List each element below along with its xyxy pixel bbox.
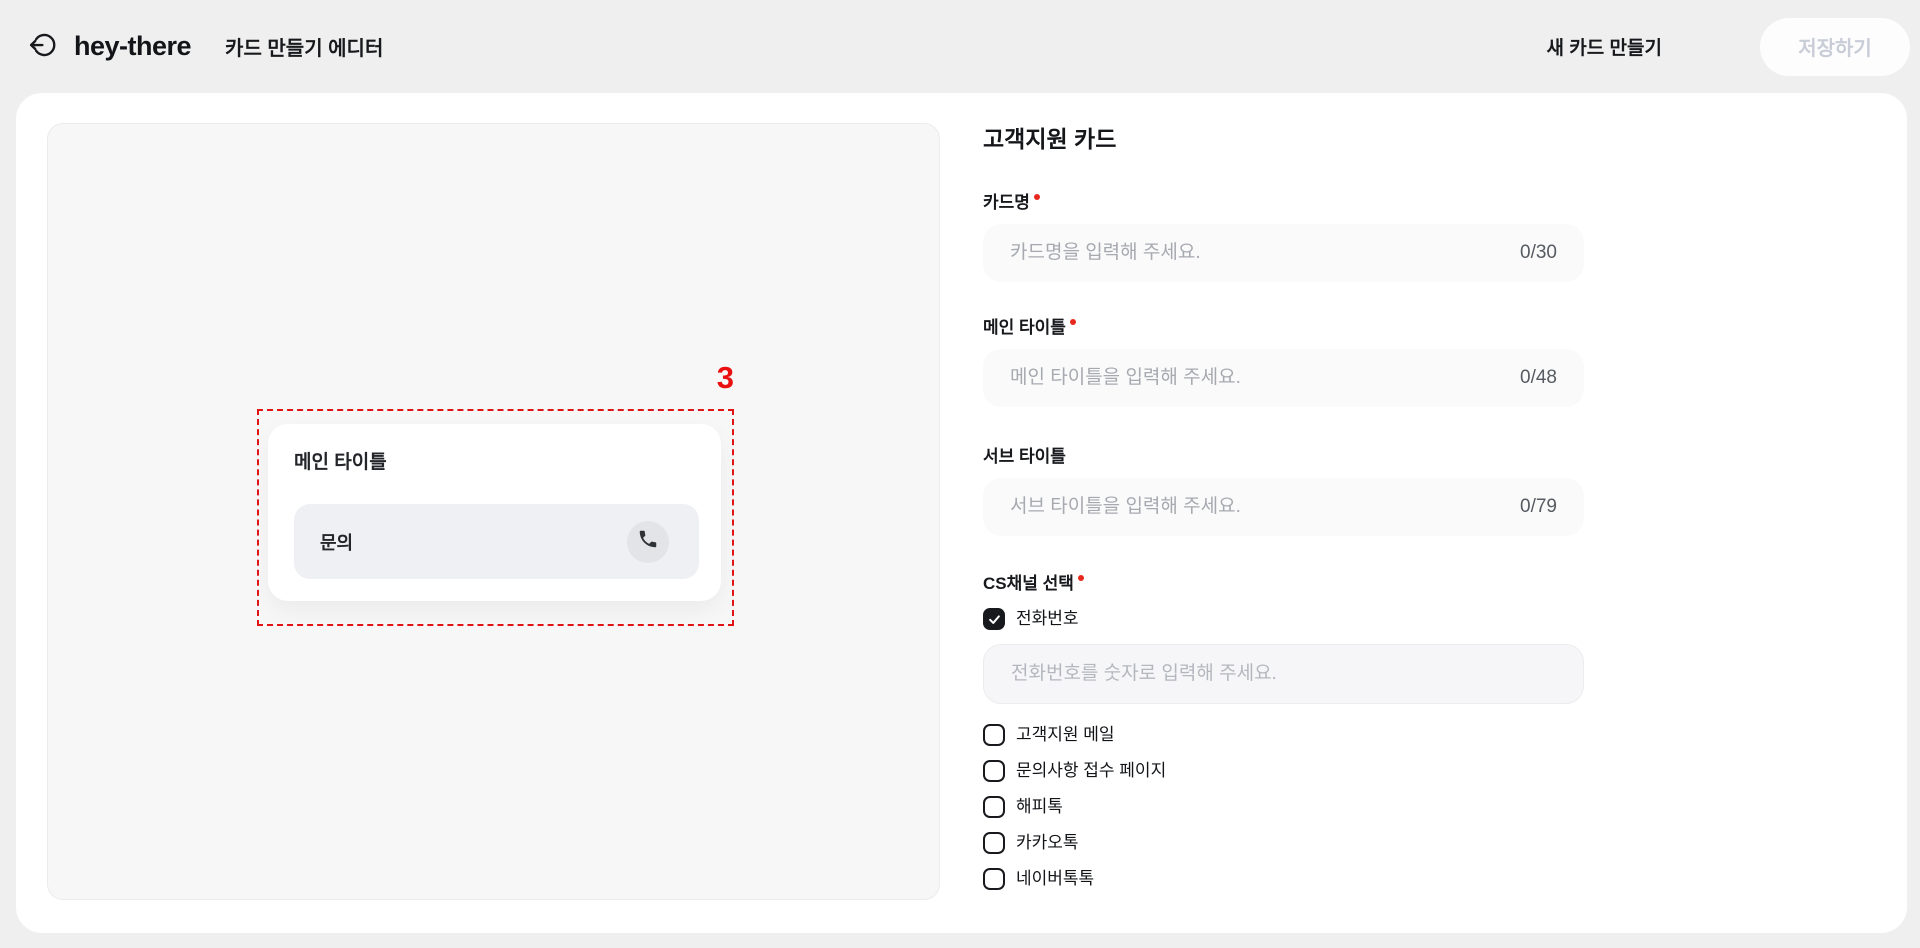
card-form-panel: 고객지원 카드 카드명 0/30 메인 타이틀 0/48 서브 타이틀 0/79 [983,126,1584,903]
card-name-input-wrap: 0/30 [983,224,1584,282]
back-arrow-exit-icon [28,30,58,63]
main-title-input-wrap: 0/48 [983,349,1584,407]
phone-icon-circle [627,520,669,563]
cs-option-happytalk-label: 해피톡 [1016,797,1063,816]
main-container: 3 메인 타이틀 문의 고객지원 카드 카드명 카드명을 입력해 주세요. 0/… [16,93,1907,933]
required-marker [1069,319,1076,325]
main-title-counter: 0/48 [1520,367,1557,388]
sub-title-label: 서브 타이틀 [983,447,1066,466]
field-label-row: 서브 타이틀 [983,446,1584,468]
cs-option-phone-checkbox[interactable] [983,608,1005,630]
cs-option-inquiry-page-checkbox[interactable] [983,760,1005,782]
field-label-row: 메인 타이틀 [983,317,1584,339]
field-label-row: 카드명 [983,192,1584,214]
annotation-number: 3 [716,360,734,395]
sub-title-input[interactable] [1010,496,1507,518]
app-header: hey-there 카드 만들기 에디터 새 카드 만들기 저장하기 [0,0,1920,93]
cs-option-navertalktalk-label: 네이버톡톡 [1016,869,1095,888]
cs-option-phone-row: 전화번호 [983,606,1584,632]
cs-option-email-checkbox[interactable] [983,724,1005,746]
card-name-counter: 0/30 [1520,242,1557,263]
phone-number-input-wrap [983,644,1584,704]
field-label-row: CS채널 선택 [983,573,1584,595]
cs-option-kakaotalk-row: 카카오톡 [983,831,1584,855]
sub-title-counter: 0/79 [1520,496,1557,517]
main-title-input[interactable] [1010,367,1507,389]
required-marker [1033,194,1040,200]
required-marker [1077,575,1084,581]
phone-number-input[interactable] [1011,663,1556,685]
cs-channel-label: CS채널 선택 [983,574,1074,593]
card-name-label: 카드명 [983,193,1030,212]
cs-option-navertalktalk-checkbox[interactable] [983,868,1005,890]
cs-option-email-label: 고객지원 메일 [1016,725,1115,744]
back-button[interactable] [24,28,62,66]
cs-option-kakaotalk-checkbox[interactable] [983,832,1005,854]
logo[interactable]: hey-there [74,31,192,62]
cs-option-inquiry-page-row: 문의사항 접수 페이지 [983,759,1584,783]
preview-canvas: 3 메인 타이틀 문의 [47,123,940,900]
page-title: 카드 만들기 에디터 [225,38,384,60]
phone-icon [637,528,659,555]
cs-option-kakaotalk-label: 카카오톡 [1016,833,1079,852]
cs-option-email-row: 고객지원 메일 [983,723,1584,747]
sub-title-input-wrap: 0/79 [983,478,1584,536]
cs-option-happytalk-row: 해피톡 [983,795,1584,819]
save-button[interactable]: 저장하기 [1760,17,1910,76]
card-name-input[interactable] [1010,242,1507,264]
cs-option-navertalktalk-row: 네이버톡톡 [983,867,1584,891]
card-cta-button[interactable]: 문의 [294,504,699,579]
form-title: 고객지원 카드 [983,126,1117,152]
card-cta-label: 문의 [320,532,354,553]
new-card-button[interactable]: 새 카드 만들기 [1547,33,1662,60]
card-main-title: 메인 타이틀 [294,452,387,473]
main-title-label: 메인 타이틀 [983,318,1066,337]
preview-card[interactable]: 메인 타이틀 문의 [268,424,721,601]
cs-option-phone-label: 전화번호 [1016,609,1079,628]
cs-option-happytalk-checkbox[interactable] [983,796,1005,818]
cs-option-inquiry-page-label: 문의사항 접수 페이지 [1016,761,1167,780]
card-selection-wrap: 3 메인 타이틀 문의 [257,362,734,626]
